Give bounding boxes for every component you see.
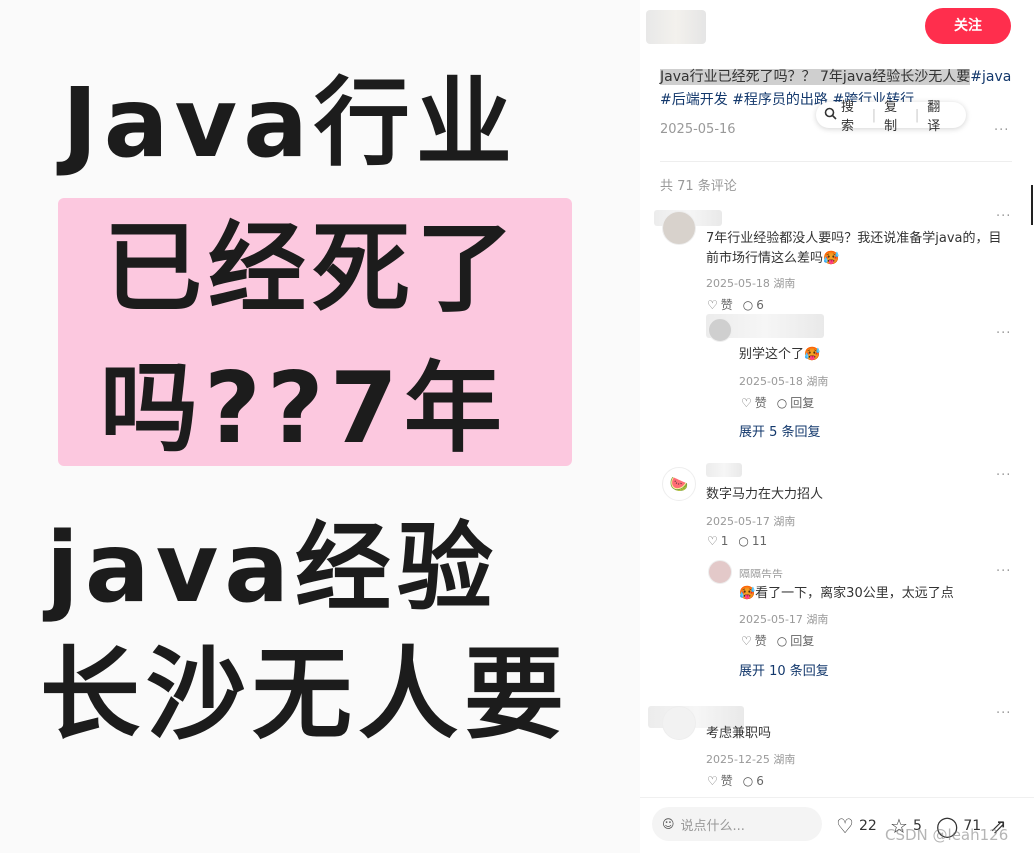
avatar[interactable] [662, 706, 696, 740]
tag-java[interactable]: #java [970, 69, 1011, 85]
comment-text: 考虑兼职吗 [706, 726, 772, 741]
comment-actions: ♡ 赞 ○ 6 [707, 772, 764, 789]
popup-copy[interactable]: 复制 [876, 96, 915, 134]
reply-text: 🥵看了一下，离家30公里，太远了点 [739, 586, 954, 601]
cover-line-2: 已经死了 [104, 212, 521, 326]
reply-button[interactable]: ○ 回复 [777, 632, 815, 649]
like-button[interactable]: ♡ 赞 [741, 632, 767, 649]
replier-name: 隔隔告告 [739, 568, 783, 578]
popup-search[interactable]: 搜索 [837, 96, 872, 134]
avatar[interactable] [708, 560, 732, 584]
reply-text: 别学这个了🥵 [739, 347, 821, 362]
comment-icon: ○ [742, 297, 754, 312]
comment-icon: ○ [738, 534, 749, 548]
tag-backend[interactable]: #后端开发 [660, 92, 728, 108]
reply-date: 2025-05-17 湖南 [739, 613, 829, 626]
avatar[interactable] [662, 211, 696, 245]
comment-text: 7年行业经验都没人要吗？我还说准备学java的，目前市场行情这么差吗🥵 [706, 231, 1002, 266]
search-icon [824, 107, 837, 123]
expand-replies[interactable]: 展开 5 条回复 [739, 421, 821, 440]
more-icon[interactable]: ··· [996, 564, 1011, 579]
like-button[interactable]: ♡ 赞 [741, 394, 767, 411]
reply-actions: ♡ 赞 ○ 回复 [741, 632, 814, 649]
tag-programmer[interactable]: #程序员的出路 [732, 92, 828, 108]
author-avatar[interactable] [646, 10, 706, 44]
comment-text: 数字马力在大力招人 [706, 487, 824, 502]
commenter-name [706, 463, 742, 477]
comment-input[interactable]: ☺ 说点什么... [652, 807, 822, 841]
comment-date: 2025-05-17 湖南 [706, 515, 796, 528]
reply-actions: ♡ 赞 ○ 回复 [741, 394, 814, 411]
comment-actions: ♡ 赞 ○ 6 [707, 296, 764, 313]
like-button[interactable]: ♡ 22 [836, 814, 877, 838]
post-cover-image[interactable]: Java行业 已经死了 吗??7年 java经验 长沙无人要 [0, 0, 640, 853]
post-date: 2025-05-16 [660, 122, 736, 137]
post-title: Java行业已经死了吗？？ 7年java经验长沙无人要 [660, 69, 971, 85]
heart-icon: ♡ [707, 773, 718, 788]
heart-icon: ♡ [836, 814, 854, 838]
comment-icon: ○ [776, 395, 788, 410]
heart-icon: ♡ [741, 633, 752, 648]
reply-button[interactable]: ○ 6 [743, 774, 764, 788]
more-icon[interactable]: ··· [996, 706, 1011, 721]
heart-icon: ♡ [741, 395, 752, 410]
more-icon[interactable]: ··· [996, 326, 1011, 341]
comment-icon: ○ [776, 633, 788, 648]
reply-date: 2025-05-18 湖南 [739, 375, 829, 388]
cover-line-5: 长沙无人要 [40, 636, 570, 753]
heart-icon: ♡ [707, 297, 718, 312]
author-header: 关注 [640, 0, 1034, 56]
like-button[interactable]: ♡ 赞 [707, 296, 733, 313]
like-button[interactable]: ♡ 1 [707, 534, 728, 548]
more-icon[interactable]: ··· [996, 209, 1011, 224]
reply-button[interactable]: ○ 回复 [777, 394, 815, 411]
avatar[interactable] [708, 318, 732, 342]
comment-date: 2025-12-25 湖南 [706, 753, 796, 766]
comment-date: 2025-05-18 湖南 [706, 277, 796, 290]
more-icon[interactable]: ··· [996, 468, 1011, 483]
post-detail-panel: 关注 Java行业已经死了吗？？ 7年java经验长沙无人要#java #后端开… [640, 0, 1034, 854]
reply-button[interactable]: ○ 6 [743, 298, 764, 312]
cover-line-3: 吗??7年 [100, 352, 508, 466]
heart-icon: ♡ [707, 534, 718, 548]
popup-translate[interactable]: 翻译 [919, 96, 958, 134]
text-selection-popup: 搜索 | 复制 | 翻译 [816, 100, 966, 134]
post-more-icon[interactable]: ··· [994, 123, 1009, 138]
scrollbar[interactable] [1031, 185, 1033, 225]
like-button[interactable]: ♡ 赞 [707, 772, 733, 789]
user-avatar-icon: ☺ [662, 817, 675, 831]
comment-actions: ♡ 1 ○ 11 [707, 534, 767, 548]
comment-input-placeholder: 说点什么... [680, 818, 745, 834]
comments-count: 共 71 条评论 [660, 179, 737, 194]
follow-button[interactable]: 关注 [925, 8, 1011, 44]
divider [660, 161, 1012, 162]
avatar[interactable]: 🍉 [662, 467, 696, 501]
cover-line-1: Java行业 [62, 67, 518, 179]
expand-replies[interactable]: 展开 10 条回复 [739, 660, 829, 679]
reply-button[interactable]: ○ 11 [738, 534, 767, 548]
comment-icon: ○ [742, 773, 754, 788]
watermark: CSDN @leah126 [885, 826, 1009, 844]
cover-line-4: java经验 [46, 512, 500, 624]
